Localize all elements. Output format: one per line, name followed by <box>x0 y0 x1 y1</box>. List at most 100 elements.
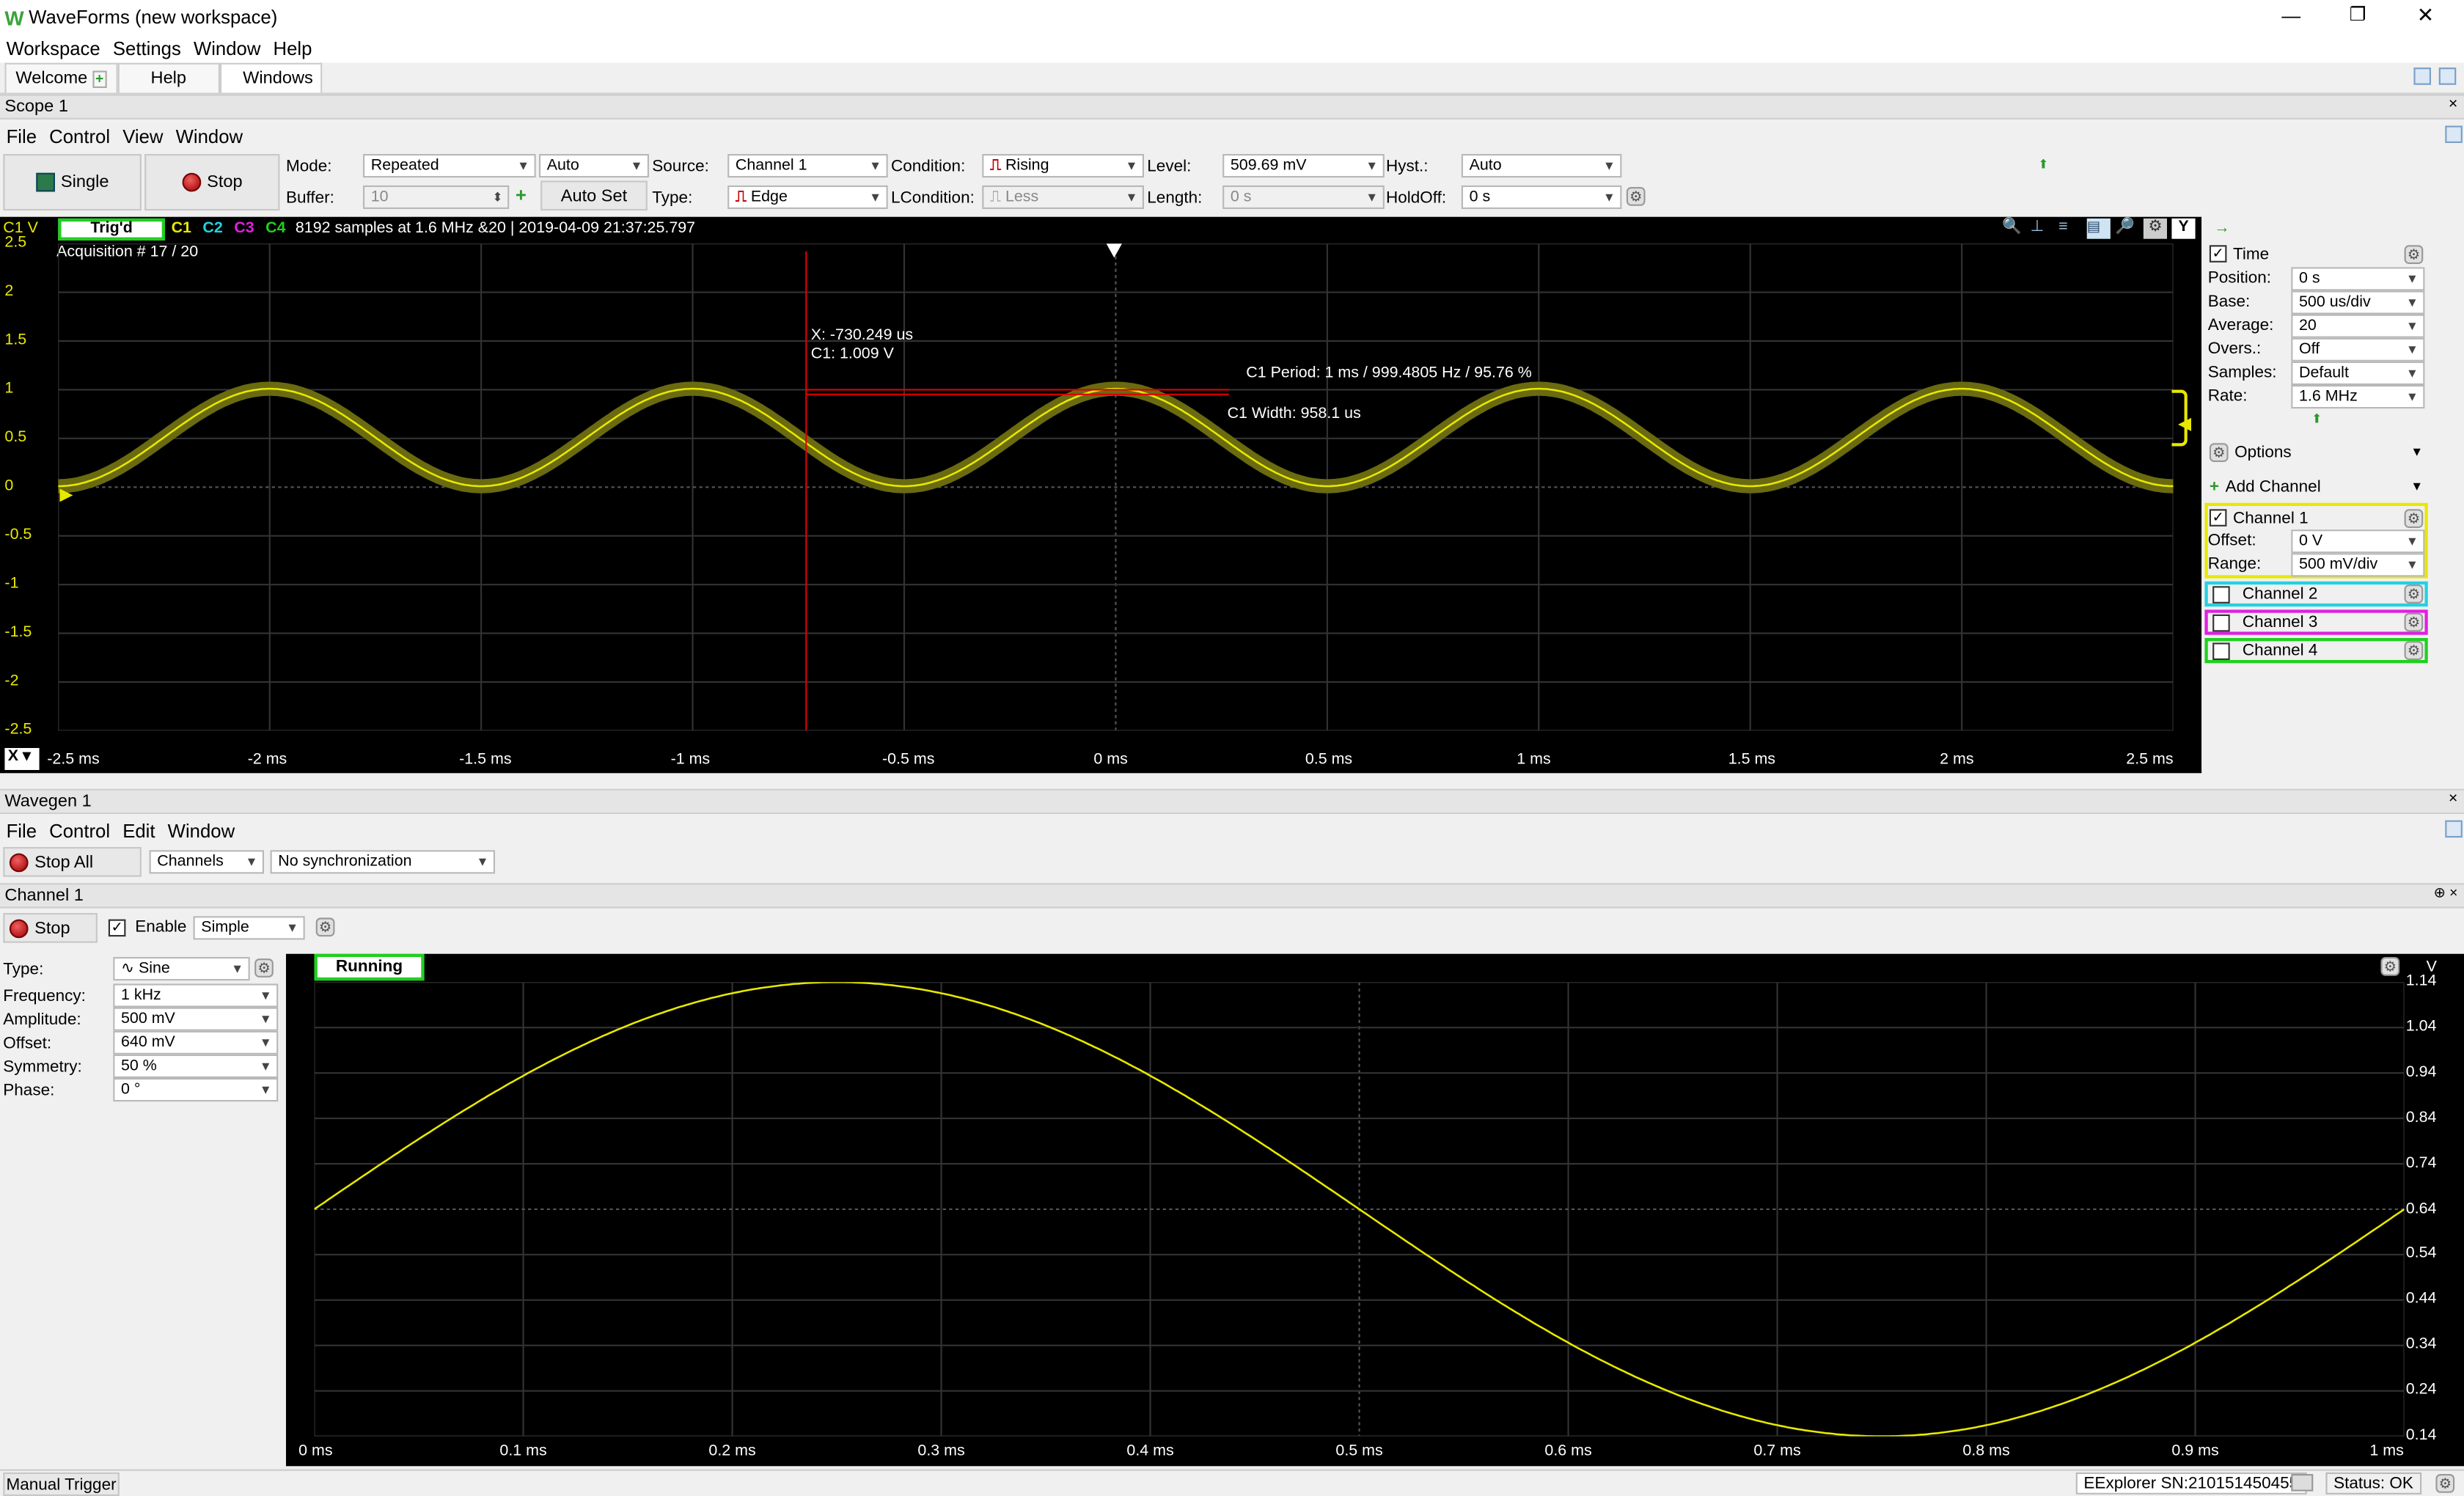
ch1-range-select[interactable]: 500 mV/div ▼ <box>2291 553 2425 577</box>
wavegen-offset-input[interactable]: 640 mV ▼ <box>113 1030 279 1055</box>
y-axis-button[interactable]: Y <box>2171 218 2196 239</box>
wavegen-menu-edit[interactable]: Edit <box>122 820 155 842</box>
rate-select[interactable]: 1.6 MHz ▼ <box>2291 385 2425 409</box>
ch1-offset-marker[interactable]: ▶ <box>59 484 73 505</box>
auto-set-button[interactable]: Auto Set <box>540 180 648 211</box>
collapse-time-icon[interactable]: ⬆ <box>2311 411 2322 425</box>
plot-settings-gear-icon[interactable]: ⚙ <box>2143 218 2167 239</box>
type-select[interactable]: ⎍ Edge ▼ <box>727 185 888 209</box>
wavegen-close-icon[interactable]: × <box>2449 791 2458 808</box>
mode-select[interactable]: Repeated ▼ <box>362 154 536 178</box>
panel-arrow-icon[interactable]: → <box>2214 220 2229 238</box>
time-checkbox[interactable]: ✓ <box>2209 245 2227 263</box>
c3-tag[interactable]: C3 <box>234 220 254 238</box>
options-header[interactable]: ⚙ Options ▼ <box>2204 440 2427 463</box>
channel3-row[interactable]: Channel 3 ⚙ <box>2204 609 2428 635</box>
menu-workspace[interactable]: Workspace <box>7 37 100 59</box>
horizontal-cursor-icon[interactable]: ≡ <box>2058 219 2082 239</box>
wavegen-type-select[interactable]: ∿ Sine ▼ <box>113 957 250 981</box>
ch1-offset-input[interactable]: 0 V ▼ <box>2291 529 2425 554</box>
channel4-gear-icon[interactable]: ⚙ <box>2404 641 2424 660</box>
single-button[interactable]: Single <box>3 154 142 211</box>
wavegen-menu-file[interactable]: File <box>7 820 37 842</box>
device-icon[interactable] <box>2291 1473 2314 1492</box>
zoom-icon[interactable]: 🔍 <box>2002 219 2025 239</box>
source-select[interactable]: Channel 1 ▼ <box>727 154 888 178</box>
measure-icon[interactable]: ▤ <box>2086 218 2111 239</box>
close-button[interactable]: ✕ <box>2417 3 2434 28</box>
condition-select[interactable]: ⎍ Rising ▼ <box>982 154 1144 178</box>
tab-windows[interactable]: Windows <box>219 62 322 93</box>
status-gear-icon[interactable]: ⚙ <box>2435 1473 2455 1493</box>
scope-dock-icon[interactable] <box>2445 125 2463 143</box>
lcondition-select[interactable]: ⎍ Less ▼ <box>982 185 1144 209</box>
x-axis-button[interactable]: X ▾ <box>4 747 40 770</box>
channel4-checkbox[interactable] <box>2212 642 2230 659</box>
amplitude-input[interactable]: 500 mV ▼ <box>113 1007 279 1031</box>
menu-help[interactable]: Help <box>274 37 312 59</box>
scope-menu-view[interactable]: View <box>122 125 163 147</box>
wavegen-display[interactable]: Running ⚙ V 1.14 1.04 0.94 0.84 0.74 0.64 0.54… <box>286 953 2464 1467</box>
channels-select[interactable]: Channels ▼ <box>149 850 264 874</box>
scope-display[interactable]: C1 V Trig'd C1 C2 C3 C4 8192 samples at … <box>0 216 2202 774</box>
type-gear-icon[interactable]: ⚙ <box>254 958 274 978</box>
wavegen-mode-select[interactable]: Simple ▼ <box>193 916 305 940</box>
c1-tag[interactable]: C1 <box>172 220 191 238</box>
channel3-checkbox[interactable] <box>2212 613 2230 631</box>
scope-plot[interactable] <box>58 243 2174 731</box>
channel4-row[interactable]: Channel 4 ⚙ <box>2204 638 2428 664</box>
stop-button[interactable]: Stop <box>144 154 280 211</box>
scope-menu-file[interactable]: File <box>7 125 37 147</box>
symmetry-input[interactable]: 50 % ▼ <box>113 1054 279 1078</box>
tile-horizontal-icon[interactable] <box>2438 67 2457 85</box>
hyst-select[interactable]: Auto ▼ <box>1461 154 1622 178</box>
phase-input[interactable]: 0 ° ▼ <box>113 1078 279 1102</box>
restore-button[interactable]: ❐ <box>2350 3 2366 25</box>
scope-close-icon[interactable]: × <box>2449 96 2458 114</box>
channel-pin-close-icon[interactable]: ⊕ × <box>2434 884 2458 902</box>
trigger-settings-gear-icon[interactable]: ⚙ <box>1626 186 1646 206</box>
sync-select[interactable]: No synchronization ▼ <box>270 850 495 874</box>
holdoff-input[interactable]: 0 s ▼ <box>1461 185 1622 209</box>
length-input[interactable]: 0 s ▼ <box>1222 185 1385 209</box>
wavegen-dock-icon[interactable] <box>2445 820 2463 838</box>
wavegen-stop-button[interactable]: Stop <box>3 913 98 943</box>
zoom-fit-icon[interactable]: 🔎 <box>2115 219 2138 239</box>
cursor-tool-icon[interactable]: ⊥ <box>2031 219 2054 239</box>
auto-select[interactable]: Auto ▼ <box>539 154 649 178</box>
wavegen-menu-control[interactable]: Control <box>49 820 110 842</box>
overs-select[interactable]: Off ▼ <box>2291 337 2425 362</box>
scope-menu-window[interactable]: Window <box>176 125 243 147</box>
channel2-row[interactable]: Channel 2 ⚙ <box>2204 581 2428 607</box>
tile-vertical-icon[interactable] <box>2413 67 2431 85</box>
position-input[interactable]: 0 s ▼ <box>2291 267 2425 291</box>
minimize-button[interactable]: — <box>2281 4 2300 26</box>
channel2-checkbox[interactable] <box>2212 585 2230 603</box>
time-gear-icon[interactable]: ⚙ <box>2404 244 2424 263</box>
channel2-gear-icon[interactable]: ⚙ <box>2404 584 2424 604</box>
average-select[interactable]: 20 ▼ <box>2291 314 2425 338</box>
wavegen-plot[interactable] <box>314 982 2405 1437</box>
buffer-input[interactable]: 10 ⬍ <box>362 185 510 209</box>
add-channel-button[interactable]: + Add Channel ▼ <box>2204 474 2427 498</box>
wavegen-gear-icon[interactable]: ⚙ <box>315 917 335 937</box>
channel1-gear-icon[interactable]: ⚙ <box>2404 508 2424 527</box>
scope-menu-control[interactable]: Control <box>49 125 110 147</box>
channel1-checkbox[interactable]: ✓ <box>2209 509 2227 527</box>
enable-checkbox[interactable]: ✓ <box>108 919 126 937</box>
splitter-handle-icon[interactable]: ⬆ <box>2038 157 2048 171</box>
tab-help[interactable]: Help <box>117 62 220 93</box>
plus-icon[interactable]: + <box>92 70 107 87</box>
channel3-gear-icon[interactable]: ⚙ <box>2404 612 2424 632</box>
menu-window[interactable]: Window <box>194 37 260 59</box>
c2-tag[interactable]: C2 <box>202 220 222 238</box>
menu-settings[interactable]: Settings <box>113 37 181 59</box>
add-buffer-icon[interactable]: + <box>516 184 527 206</box>
wavegen-menu-window[interactable]: Window <box>168 820 235 842</box>
wavegen-plot-gear-icon[interactable]: ⚙ <box>2380 957 2400 976</box>
tab-welcome[interactable]: Welcome + <box>4 62 118 93</box>
stop-all-button[interactable]: Stop All <box>3 847 142 877</box>
base-select[interactable]: 500 us/div ▼ <box>2291 290 2425 315</box>
samples-select[interactable]: Default ▼ <box>2291 361 2425 385</box>
c4-tag[interactable]: C4 <box>265 220 285 238</box>
